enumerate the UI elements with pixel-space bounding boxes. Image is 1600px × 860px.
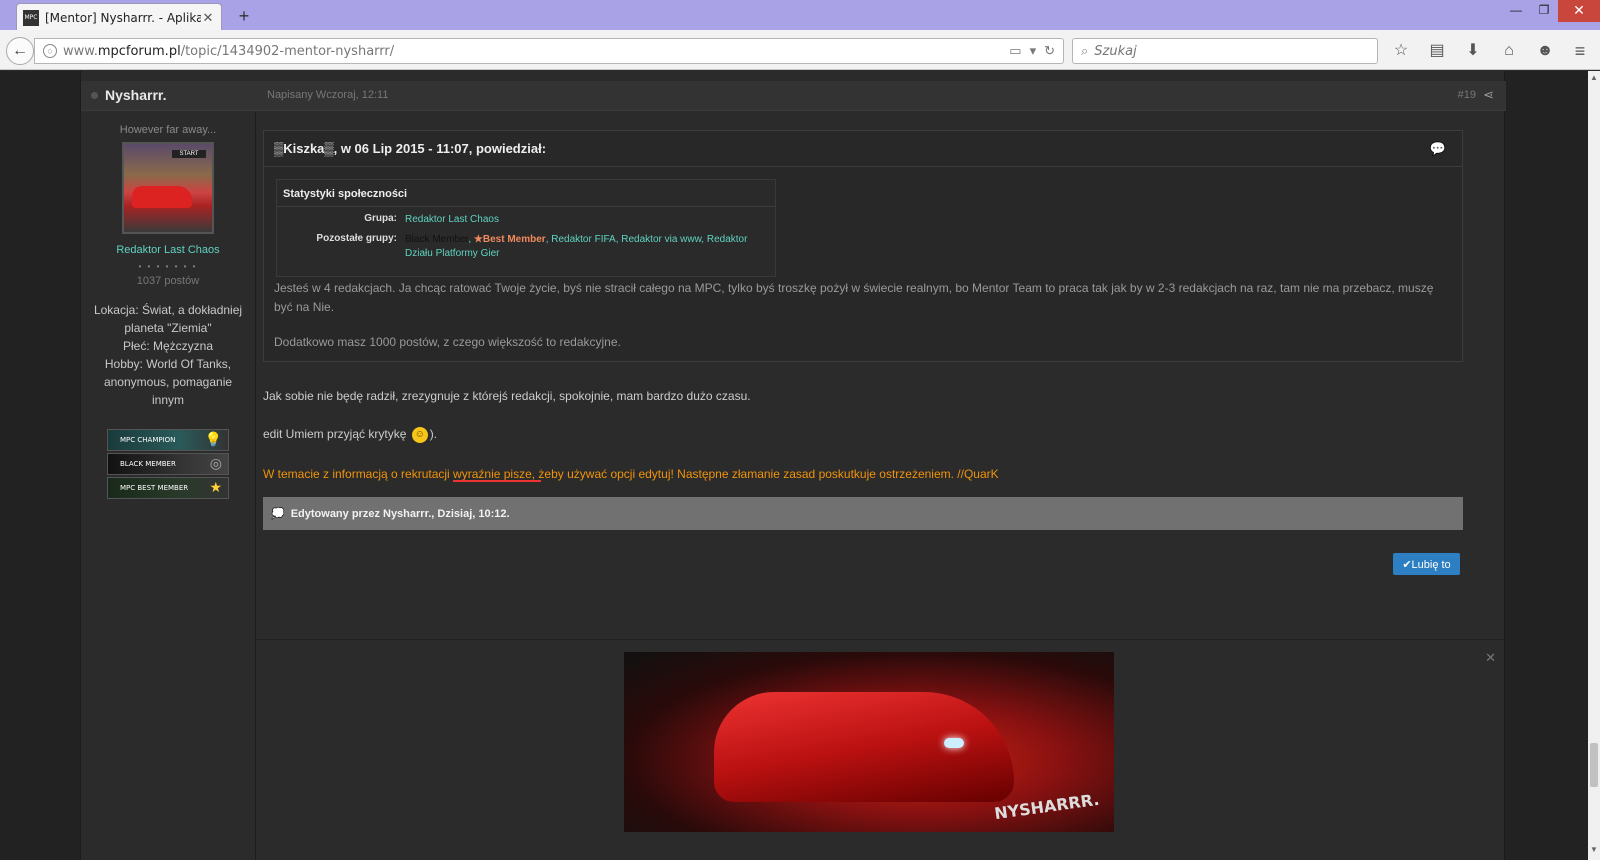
minimize-button[interactable]: — xyxy=(1502,0,1530,22)
badge-mpc-champion: MPC CHAMPION 💡 xyxy=(107,429,229,451)
group-label: Grupa: xyxy=(364,213,397,224)
reader-view-icon[interactable]: ▭ xyxy=(1009,43,1021,59)
bookmark-star-icon[interactable]: ☆ xyxy=(1390,40,1412,62)
moderator-warning: W temacie z informacją o rekrutacji wyra… xyxy=(263,467,999,481)
scroll-up-icon[interactable]: ▲ xyxy=(1588,73,1600,85)
url-text[interactable]: www.mpcforum.pl/topic/1434902-mentor-nys… xyxy=(63,44,1009,59)
headlight xyxy=(944,738,964,748)
badges: MPC CHAMPION 💡 BLACK MEMBER ◎ MPC BEST MEM… xyxy=(107,429,229,499)
post-number[interactable]: #19 xyxy=(1458,89,1476,101)
close-window-button[interactable]: ✕ xyxy=(1558,0,1600,22)
author-name[interactable]: Nysharrr. xyxy=(105,87,166,103)
other-groups-label: Pozostałe grupy: xyxy=(316,233,397,244)
reload-icon[interactable]: ↻ xyxy=(1044,43,1055,59)
forum-post: Nysharrr. Napisany Wczoraj, 12:11 #19 ⋖ … xyxy=(80,71,1506,860)
quote-text: Jesteś w 4 redakcjach. Ja chcąc ratować … xyxy=(274,281,1434,314)
search-icon: ⌕ xyxy=(1081,43,1089,58)
new-tab-button[interactable]: + xyxy=(234,6,254,26)
badge-label: BLACK MEMBER xyxy=(120,460,176,468)
menu-icon[interactable]: ≡ xyxy=(1568,40,1592,62)
profile-hobby: Hobby: World Of Tanks, anonymous, pomaga… xyxy=(103,357,233,407)
badge-label: MPC CHAMPION xyxy=(120,436,176,444)
offline-status-icon xyxy=(91,92,98,99)
group-value[interactable]: Redaktor Last Chaos xyxy=(405,213,771,227)
ring-icon: ◎ xyxy=(209,456,222,472)
vertical-scrollbar[interactable]: ▲ ▼ xyxy=(1588,71,1600,860)
download-icon[interactable]: ⬇ xyxy=(1462,40,1484,62)
url-path: /topic/1434902-mentor-nysharrr/ xyxy=(180,43,395,59)
navigation-bar: ← ○ www.mpcforum.pl/topic/1434902-mentor… xyxy=(0,30,1600,70)
user-group: Redaktor Last Chaos xyxy=(116,244,220,256)
bookmarks-list-icon[interactable]: ▤ xyxy=(1426,40,1448,62)
back-button[interactable]: ← xyxy=(6,37,34,65)
avatar-start-sign: START xyxy=(172,150,206,158)
other-groups-value: Black Member, ★Best Member, Redaktor FIF… xyxy=(405,234,748,259)
edit-note-icon: 💭 xyxy=(271,508,285,520)
url-domain: mpcforum.pl xyxy=(97,43,181,59)
badge-black-member: BLACK MEMBER ◎ xyxy=(107,453,229,475)
browser-tab[interactable]: MPC [Mentor] Nysharrr. - Aplika... ✕ xyxy=(16,3,222,31)
maximize-button[interactable]: ❐ xyxy=(1530,0,1558,22)
dropdown-icon[interactable]: ▾ xyxy=(1030,43,1037,59)
badge-best-member: MPC BEST MEMBER ★ xyxy=(107,477,229,499)
search-bar[interactable]: ⌕ xyxy=(1072,38,1378,64)
smiley-icon: ☺ xyxy=(411,427,428,443)
quote-block: ▒Kiszka▒, w 06 Lip 2015 - 11:07, powiedz… xyxy=(263,130,1463,362)
tab-close-icon[interactable]: ✕ xyxy=(201,10,215,25)
quote-citation: ▒Kiszka▒, w 06 Lip 2015 - 11:07, powiedz… xyxy=(274,141,547,156)
avatar[interactable]: START xyxy=(122,142,214,234)
star-icon: ★ xyxy=(209,480,222,496)
view-quote-icon[interactable]: 💬 xyxy=(1430,141,1446,157)
post-date: Napisany Wczoraj, 12:11 xyxy=(267,89,389,101)
car-image xyxy=(714,692,1014,802)
profile-gender: Płeć: Mężczyzna xyxy=(122,339,214,353)
scroll-down-icon[interactable]: ▼ xyxy=(1588,845,1600,857)
edited-bar: 💭 Edytowany przez Nysharrr., Dzisiaj, 10:… xyxy=(263,497,1463,530)
page-content: Nysharrr. Napisany Wczoraj, 12:11 #19 ⋖ … xyxy=(0,71,1588,860)
share-icon[interactable]: ⋖ xyxy=(1483,87,1494,103)
address-bar[interactable]: ○ www.mpcforum.pl/topic/1434902-mentor-n… xyxy=(34,38,1064,64)
red-underline-annotation xyxy=(453,480,541,482)
post-header: Nysharrr. Napisany Wczoraj, 12:11 #19 ⋖ xyxy=(81,81,1506,111)
stats-title: Statystyki społeczności xyxy=(277,180,775,207)
globe-icon: ○ xyxy=(43,44,57,58)
post-count: 1037 postów xyxy=(136,275,200,287)
home-icon[interactable]: ⌂ xyxy=(1498,40,1520,62)
best-member-group[interactable]: ★Best Member xyxy=(474,234,546,245)
post-edit-note: edit Umiem przyjąć krytykę ☺). xyxy=(263,427,437,443)
edit-note-end: ). xyxy=(429,427,438,442)
quote-text-2: Dodatkowo masz 1000 postów, z czego więk… xyxy=(274,335,621,349)
author-sidebar: However far away... START Redaktor Last … xyxy=(81,112,256,860)
scroll-thumb[interactable] xyxy=(1590,743,1598,787)
url-prefix: www. xyxy=(63,43,98,59)
post-paragraph: Jak sobie nie będę radził, zrezygnuje z … xyxy=(263,389,751,403)
signature: ✕ NYSHARRR. xyxy=(256,639,1506,832)
search-input[interactable] xyxy=(1094,43,1355,59)
favicon-icon: MPC xyxy=(23,9,39,26)
edited-text: Edytowany przez Nysharrr., Dzisiaj, 10:1… xyxy=(290,508,510,520)
signature-image: NYSHARRR. xyxy=(624,652,1114,832)
community-stats: Statystyki społeczności Grupa: Redaktor … xyxy=(276,179,776,277)
close-signature-icon[interactable]: ✕ xyxy=(1485,650,1496,666)
tab-title: [Mentor] Nysharrr. - Aplika... xyxy=(45,10,201,25)
black-member-group[interactable]: Black Member xyxy=(405,234,468,245)
window-titlebar: MPC [Mentor] Nysharrr. - Aplika... ✕ + —… xyxy=(0,0,1600,31)
lightbulb-icon: 💡 xyxy=(204,432,222,448)
profile-location: Lokacja: Świat, a dokładniej planeta "Zi… xyxy=(93,303,243,335)
rank-pips: • • • • • • • xyxy=(138,262,198,271)
edit-note-text: edit Umiem przyjąć krytykę xyxy=(263,427,407,442)
like-button[interactable]: ✔Lubię to xyxy=(1393,553,1460,575)
quote-header: ▒Kiszka▒, w 06 Lip 2015 - 11:07, powiedz… xyxy=(264,131,1462,167)
chat-icon[interactable]: ☻ xyxy=(1534,40,1556,62)
avatar-car-image xyxy=(132,186,192,208)
badge-label: MPC BEST MEMBER xyxy=(120,484,189,492)
user-title: However far away... xyxy=(119,124,217,136)
